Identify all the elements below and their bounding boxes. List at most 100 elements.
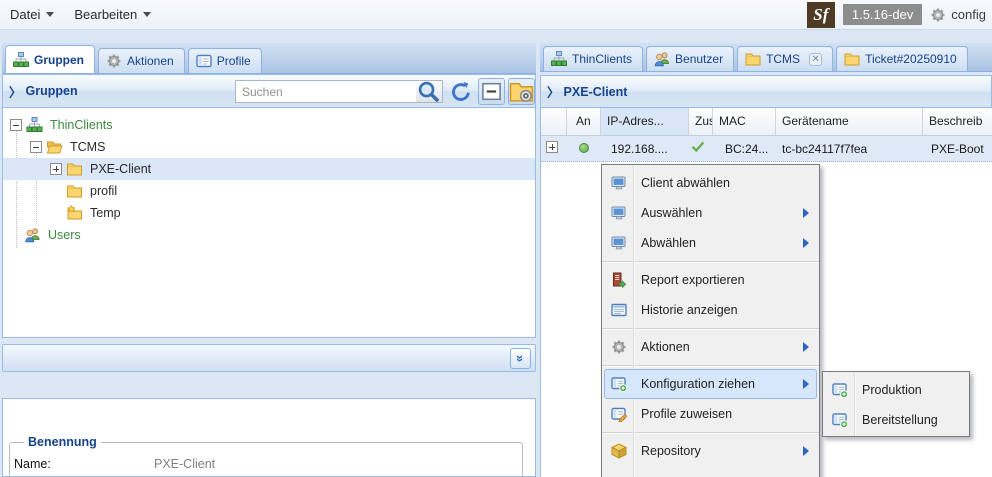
context-menu: Client abwählen Auswählen Abwählen Repor… [601,164,820,477]
tree-node-profil[interactable]: profil [3,180,535,202]
search-input[interactable] [235,80,417,103]
tab-label: Aktionen [127,54,174,68]
menu-item-historie-anzeigen[interactable]: Historie anzeigen [604,295,817,325]
left-tabstrip: Gruppen Aktionen Profile [2,43,536,74]
tree-node-label: ThinClients [47,118,116,132]
column-header-an[interactable]: An [567,108,601,136]
tab-tcms[interactable]: TCMS ✕ [737,46,833,71]
menu-bearbeiten-label: Bearbeiten [74,7,137,22]
menu-item-report-exportieren[interactable]: Report exportieren [604,265,817,295]
menu-item-label: Repository [641,444,701,458]
collapse-expander-icon[interactable] [30,141,42,153]
column-header-expand[interactable] [541,108,567,136]
tree-node-pxe-client[interactable]: PXE-Client [3,158,535,180]
menu-bearbeiten[interactable]: Bearbeiten [64,0,161,30]
submenu-arrow-icon [803,238,809,248]
collapsed-panel-bar: » [2,344,536,372]
menu-item-aktionen[interactable]: Aktionen [604,332,817,362]
menu-item-repository[interactable]: Repository [604,436,817,466]
folder-link-button[interactable] [508,78,535,105]
submenu-item-produktion[interactable]: Produktion [825,375,967,405]
submenu-arrow-icon [803,342,809,352]
folder-icon [66,161,83,177]
tab-thinclients[interactable]: ThinClients [543,46,643,71]
config-pull-icon [832,382,848,398]
column-header-ip[interactable]: IP-Adres... [601,108,689,136]
tree-node-label: profil [87,184,120,198]
name-value: PXE-Client [154,457,215,471]
column-header-zustand[interactable]: Zus... [689,108,713,136]
submenu-item-bereitstellung[interactable]: Bereitstellung [825,405,967,435]
tree-node-tcms[interactable]: TCMS [3,136,535,158]
menu-item-konfiguration-ziehen[interactable]: Konfiguration ziehen [604,369,817,399]
folder-icon [844,51,860,67]
tree-node-users[interactable]: Users [3,224,535,246]
folder-icon [745,51,761,67]
menu-datei[interactable]: Datei [0,0,64,30]
cell-mac: BC:24... [713,142,776,156]
history-icon [611,302,627,318]
config-button[interactable]: config [930,7,986,23]
tab-aktionen[interactable]: Aktionen [98,48,185,73]
menu-separator [602,328,819,329]
left-panel-title: Gruppen [26,84,78,98]
fieldset-legend: Benennung [24,435,101,449]
menu-item-auswaehlen[interactable]: Auswählen [604,198,817,228]
column-header-beschreibung[interactable]: Beschreib [923,108,992,136]
org-chart-icon [26,117,43,133]
org-chart-icon [551,51,567,67]
expand-panel-button[interactable]: » [510,348,531,369]
menu-item-client-abwaehlen[interactable]: Client abwählen [604,168,817,198]
right-tabstrip: ThinClients Benutzer TCMS ✕ Ticket#20250… [540,43,992,72]
collapse-expander-icon[interactable] [10,119,22,131]
tab-profile[interactable]: Profile [188,48,262,73]
online-status-icon [579,143,589,153]
header-arrow: 〉 [547,82,560,101]
config-label: config [951,7,986,22]
tab-gruppen[interactable]: Gruppen [5,45,95,73]
detail-panel: Benennung Name: PXE-Client [2,398,536,477]
column-header-mac[interactable]: MAC [713,108,776,136]
gear-icon [611,339,627,355]
cell-description: PXE-Boot [923,142,992,156]
tree-node-temp[interactable]: Temp [3,202,535,224]
tree-node-thinclients[interactable]: ThinClients [3,114,535,136]
menu-item-label: Auswählen [641,206,702,220]
menu-item-label: Konfiguration ziehen [641,377,755,391]
config-pull-icon [611,376,627,392]
tab-label: Benutzer [675,52,723,66]
tab-benutzer[interactable]: Benutzer [646,46,734,71]
row-expander-icon[interactable] [546,141,558,153]
collapse-all-button[interactable] [478,78,505,105]
refresh-button[interactable] [450,82,472,102]
menu-item-label: Profile zuweisen [641,407,732,421]
name-label: Name: [14,457,154,471]
menu-item-abwaehlen[interactable]: Abwählen [604,228,817,258]
folder-open-icon [46,139,63,155]
caret-down-icon [46,12,54,17]
client-icon [611,205,627,221]
tree-node-label: PXE-Client [87,162,154,176]
tab-label: Ticket#20250910 [865,52,957,66]
expand-expander-icon[interactable] [50,163,62,175]
column-header-geraetename[interactable]: Gerätename [776,108,923,136]
collapse-all-icon [479,79,504,104]
tree-node-label: Temp [87,206,124,220]
gear-icon [930,7,946,23]
right-panel-header: 〉 PXE-Client [540,75,992,108]
client-row[interactable]: 192.168.... BC:24... tc-bc24117f7fea PXE… [541,136,992,162]
caret-down-icon [143,12,151,17]
submenu-arrow-icon [803,446,809,456]
tab-label: ThinClients [572,52,632,66]
config-pull-icon [832,412,848,428]
app-logo: Sf [807,2,835,28]
menubar-right-group: Sf 1.5.16-dev config [807,2,992,28]
tab-ticket[interactable]: Ticket#20250910 [836,46,968,71]
menu-separator [602,432,819,433]
menu-item-profile-zuweisen[interactable]: Profile zuweisen [604,399,817,429]
double-chevron-down-icon: » [514,355,527,362]
search-button[interactable] [416,80,443,103]
konfiguration-ziehen-submenu: Produktion Bereitstellung [822,371,970,437]
right-panel-title: PXE-Client [564,85,628,99]
close-tab-icon[interactable]: ✕ [809,53,822,66]
